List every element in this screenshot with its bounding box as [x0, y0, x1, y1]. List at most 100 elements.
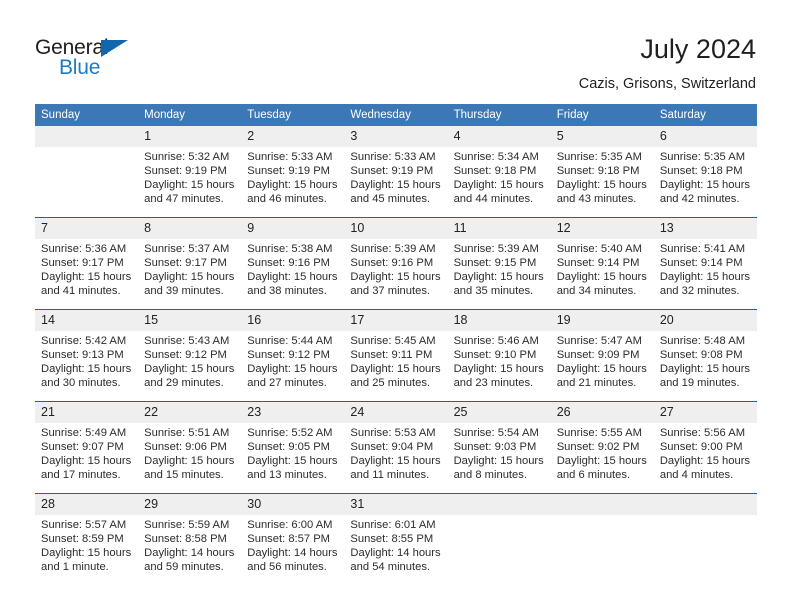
- day-number[interactable]: 27: [653, 401, 757, 423]
- day-cell[interactable]: Sunrise: 5:52 AM Sunset: 9:05 PM Daylight:…: [241, 423, 345, 494]
- day-cell[interactable]: Sunrise: 6:01 AM Sunset: 8:55 PM Daylight:…: [344, 515, 448, 585]
- calendar-body: 1 2 3 4 5 6 Sunrise: 5:32 AM Sunset: 9:19 PM Day…: [35, 126, 757, 585]
- sunrise-text: Sunrise: 5:45 AM: [350, 335, 436, 347]
- sunrise-text: Sunrise: 5:49 AM: [41, 427, 127, 439]
- day-number[interactable]: 18: [447, 309, 551, 331]
- sunrise-text: Sunrise: 5:39 AM: [453, 243, 539, 255]
- sunset-text: Sunset: 9:18 PM: [453, 165, 537, 178]
- daylight-text-line1: Daylight: 15 hours: [659, 179, 751, 192]
- daylight-text-line2: and 19 minutes.: [659, 377, 740, 390]
- day-cell[interactable]: Sunrise: 5:33 AM Sunset: 9:19 PM Daylight:…: [344, 147, 448, 218]
- daylight-text-line1: Daylight: 15 hours: [556, 271, 647, 284]
- day-cell[interactable]: Sunrise: 5:45 AM Sunset: 9:11 PM Daylight:…: [344, 331, 448, 402]
- day-number[interactable]: 24: [344, 401, 448, 423]
- day-number[interactable]: 25: [447, 401, 551, 423]
- day-number[interactable]: 28: [35, 493, 139, 515]
- day-number[interactable]: 17: [344, 309, 448, 331]
- day-number[interactable]: 29: [138, 493, 242, 515]
- day-cell[interactable]: Sunrise: 5:42 AM Sunset: 9:13 PM Daylight:…: [35, 331, 139, 402]
- daylight-text-line2: and 43 minutes.: [556, 193, 637, 206]
- day-cell[interactable]: Sunrise: 5:49 AM Sunset: 9:07 PM Daylight:…: [35, 423, 139, 494]
- sunrise-text: Sunrise: 5:41 AM: [659, 243, 746, 255]
- daylight-text-line1: Daylight: 15 hours: [247, 271, 338, 284]
- daylight-text-line1: Daylight: 15 hours: [659, 455, 751, 468]
- day-cell[interactable]: Sunrise: 5:40 AM Sunset: 9:14 PM Daylight:…: [550, 239, 654, 310]
- day-number[interactable]: 4: [447, 126, 551, 147]
- daylight-text-line1: Daylight: 15 hours: [247, 455, 338, 468]
- day-number-empty: [550, 493, 654, 515]
- sunrise-sunset-calendar: Sunday Monday Tuesday Wednesday Thursday…: [35, 104, 757, 585]
- day-cell[interactable]: Sunrise: 5:38 AM Sunset: 9:16 PM Daylight:…: [241, 239, 345, 310]
- day-cell[interactable]: Sunrise: 5:54 AM Sunset: 9:03 PM Daylight:…: [447, 423, 551, 494]
- day-number[interactable]: 11: [447, 217, 551, 239]
- day-number[interactable]: 10: [344, 217, 448, 239]
- daylight-text-line1: Daylight: 15 hours: [659, 363, 751, 376]
- day-number[interactable]: 31: [344, 493, 448, 515]
- day-cell[interactable]: Sunrise: 5:48 AM Sunset: 9:08 PM Daylight:…: [653, 331, 757, 402]
- day-number[interactable]: 8: [138, 217, 242, 239]
- day-cell[interactable]: Sunrise: 5:37 AM Sunset: 9:17 PM Daylight:…: [138, 239, 242, 310]
- day-cell[interactable]: Sunrise: 6:00 AM Sunset: 8:57 PM Daylight:…: [241, 515, 345, 585]
- weekday-header-tuesday: Tuesday: [241, 104, 345, 126]
- day-cell[interactable]: Sunrise: 5:59 AM Sunset: 8:58 PM Daylight:…: [138, 515, 242, 585]
- weekday-header-saturday: Saturday: [653, 104, 757, 126]
- sunrise-text: Sunrise: 5:38 AM: [247, 243, 333, 255]
- sunset-text: Sunset: 8:59 PM: [41, 533, 124, 546]
- week-detail-row: Sunrise: 5:32 AM Sunset: 9:19 PM Daylight:…: [35, 147, 757, 218]
- day-cell[interactable]: Sunrise: 5:56 AM Sunset: 9:00 PM Daylight:…: [653, 423, 757, 494]
- day-number[interactable]: 5: [550, 126, 654, 147]
- day-cell[interactable]: Sunrise: 5:43 AM Sunset: 9:12 PM Daylight:…: [138, 331, 242, 402]
- day-cell[interactable]: Sunrise: 5:35 AM Sunset: 9:18 PM Daylight:…: [550, 147, 654, 218]
- day-cell[interactable]: Sunrise: 5:57 AM Sunset: 8:59 PM Daylight:…: [35, 515, 139, 585]
- day-cell[interactable]: Sunrise: 5:53 AM Sunset: 9:04 PM Daylight:…: [344, 423, 448, 494]
- sunset-text: Sunset: 9:05 PM: [247, 441, 330, 454]
- day-number[interactable]: 13: [653, 217, 757, 239]
- sunrise-text: Sunrise: 5:42 AM: [41, 335, 127, 347]
- day-cell[interactable]: Sunrise: 5:33 AM Sunset: 9:19 PM Daylight:…: [241, 147, 345, 218]
- weekday-header-friday: Friday: [550, 104, 654, 126]
- day-number[interactable]: 7: [35, 217, 139, 239]
- day-cell[interactable]: Sunrise: 5:32 AM Sunset: 9:19 PM Daylight:…: [138, 147, 242, 218]
- sunrise-text: Sunrise: 5:39 AM: [350, 243, 436, 255]
- daylight-text-line1: Daylight: 15 hours: [453, 455, 544, 468]
- day-number-empty: [653, 493, 757, 515]
- week-detail-row: Sunrise: 5:57 AM Sunset: 8:59 PM Daylight:…: [35, 515, 757, 585]
- sunset-text: Sunset: 9:10 PM: [453, 349, 537, 362]
- day-number[interactable]: 2: [241, 126, 345, 147]
- day-number[interactable]: 22: [138, 401, 242, 423]
- day-cell[interactable]: Sunrise: 5:47 AM Sunset: 9:09 PM Daylight:…: [550, 331, 654, 402]
- daylight-text-line2: and 59 minutes.: [144, 561, 224, 574]
- day-number[interactable]: 23: [241, 401, 345, 423]
- day-number[interactable]: 3: [344, 126, 448, 147]
- day-cell[interactable]: Sunrise: 5:41 AM Sunset: 9:14 PM Daylight:…: [653, 239, 757, 310]
- day-cell[interactable]: Sunrise: 5:46 AM Sunset: 9:10 PM Daylight:…: [447, 331, 551, 402]
- day-number[interactable]: 16: [241, 309, 345, 331]
- day-cell[interactable]: Sunrise: 5:39 AM Sunset: 9:15 PM Daylight:…: [447, 239, 551, 310]
- day-cell[interactable]: Sunrise: 5:44 AM Sunset: 9:12 PM Daylight:…: [241, 331, 345, 402]
- day-cell[interactable]: Sunrise: 5:34 AM Sunset: 9:18 PM Daylight:…: [447, 147, 551, 218]
- day-cell[interactable]: Sunrise: 5:55 AM Sunset: 9:02 PM Daylight:…: [550, 423, 654, 494]
- day-number[interactable]: 30: [241, 493, 345, 515]
- sunrise-text: Sunrise: 6:01 AM: [350, 519, 436, 531]
- daylight-text-line1: Daylight: 15 hours: [453, 363, 544, 376]
- day-number[interactable]: 14: [35, 309, 139, 331]
- day-cell[interactable]: Sunrise: 5:35 AM Sunset: 9:18 PM Daylight:…: [653, 147, 757, 218]
- day-number[interactable]: 19: [550, 309, 654, 331]
- day-number[interactable]: 21: [35, 401, 139, 423]
- daylight-text-line1: Daylight: 15 hours: [41, 455, 132, 468]
- day-number[interactable]: 1: [138, 126, 242, 147]
- day-number[interactable]: 9: [241, 217, 345, 239]
- day-cell[interactable]: Sunrise: 5:39 AM Sunset: 9:16 PM Daylight:…: [344, 239, 448, 310]
- day-number[interactable]: 12: [550, 217, 654, 239]
- daylight-text-line2: and 56 minutes.: [247, 561, 327, 574]
- day-number[interactable]: 26: [550, 401, 654, 423]
- daylight-text-line2: and 35 minutes.: [453, 285, 534, 298]
- day-number[interactable]: 15: [138, 309, 242, 331]
- sunset-text: Sunset: 9:04 PM: [350, 441, 434, 454]
- sunrise-text: Sunrise: 6:00 AM: [247, 519, 333, 531]
- day-cell[interactable]: Sunrise: 5:51 AM Sunset: 9:06 PM Daylight:…: [138, 423, 242, 494]
- day-number[interactable]: 20: [653, 309, 757, 331]
- day-number[interactable]: 6: [653, 126, 757, 147]
- day-cell[interactable]: Sunrise: 5:36 AM Sunset: 9:17 PM Daylight:…: [35, 239, 139, 310]
- logo-triangle-icon: [101, 40, 128, 57]
